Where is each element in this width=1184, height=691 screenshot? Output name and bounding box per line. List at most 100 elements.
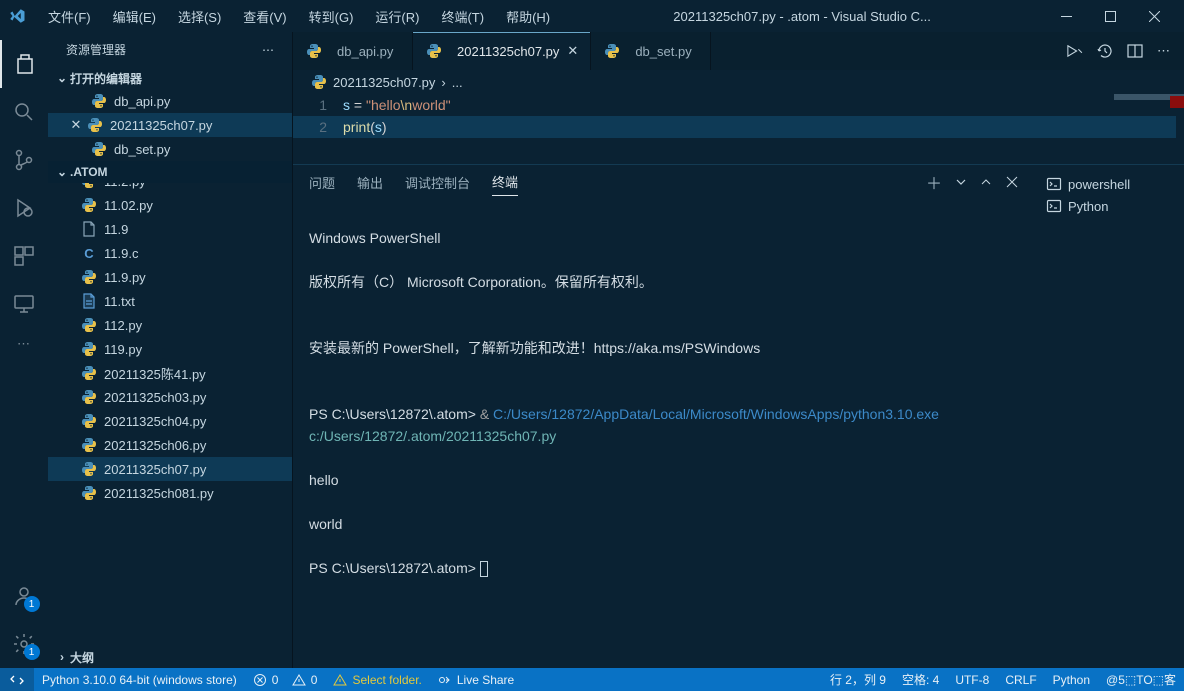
remote-explorer-icon[interactable] [0,280,48,328]
file-icon [80,460,98,478]
file-icon: C [80,244,98,262]
extensions-icon[interactable] [0,232,48,280]
file-tree-item[interactable]: 20211325陈41.py [48,361,292,385]
panel-tab[interactable]: 输出 [357,169,383,196]
terminal-instance[interactable]: powershell [1042,173,1176,195]
python-file-icon [305,42,323,60]
tab-label: db_set.py [635,44,691,59]
panel-tab[interactable]: 调试控制台 [405,169,470,196]
tab-more-icon[interactable]: ⋯ [1157,43,1170,59]
editor-tab[interactable]: db_api.py [293,32,413,70]
new-terminal-icon[interactable]: ＋ [926,170,942,194]
tab-label: db_api.py [337,44,393,59]
maximize-panel-icon[interactable] [980,176,992,188]
file-tree-item[interactable]: 20211325ch04.py [48,409,292,433]
more-icon[interactable]: ⋯ [0,328,48,360]
status-encoding[interactable]: UTF-8 [947,671,997,688]
menu-item[interactable]: 选择(S) [168,3,231,30]
editor-tab[interactable]: db_set.py [591,32,711,70]
editor-area: db_api.py 20211325ch07.py ✕ db_set.py ⋯ 202… [293,32,1184,668]
terminal-output[interactable]: Windows PowerShell 版权所有（C） Microsoft Cor… [293,199,1034,668]
menu-item[interactable]: 终端(T) [431,3,494,30]
file-tree-item[interactable]: 20211325ch03.py [48,385,292,409]
file-label: 11.9.c [104,246,138,261]
file-tree-item[interactable]: C 11.9.c [48,241,292,265]
source-control-icon[interactable] [0,136,48,184]
close-icon[interactable]: ✕ [66,117,86,133]
vscode-logo-icon [8,7,26,25]
file-tree-item[interactable]: 112.py [48,313,292,337]
file-tree-item[interactable]: 20211325ch081.py [48,481,292,505]
tab-label: 20211325ch07.py [457,44,559,59]
account-icon[interactable]: 1 [0,572,48,620]
terminal-dropdown-icon[interactable] [956,177,966,187]
status-feedback[interactable]: @5⬚TO⬚客 [1098,671,1184,688]
close-button[interactable] [1132,0,1176,32]
file-label: 11.9.py [104,270,146,285]
window-title: 20211325ch07.py - .atom - Visual Studio … [560,9,1044,24]
status-problems[interactable]: 0 0 [245,673,326,687]
menu-item[interactable]: 文件(F) [38,3,101,30]
file-label: db_set.py [114,142,170,157]
file-tree-item[interactable]: 11.txt [48,289,292,313]
open-editor-item[interactable]: db_set.py [48,137,292,161]
history-icon[interactable] [1097,43,1113,59]
open-editors-section[interactable]: ⌄打开的编辑器 [48,67,292,89]
status-eol[interactable]: CRLF [997,671,1044,688]
file-tree-item[interactable]: 20211325ch07.py [48,457,292,481]
open-editor-item[interactable]: db_api.py [48,89,292,113]
menu-item[interactable]: 帮助(H) [496,3,560,30]
status-python[interactable]: Python 3.10.0 64-bit (windows store) [34,673,245,687]
settings-icon[interactable]: 1 [0,620,48,668]
file-icon [80,412,98,430]
file-tree-item[interactable]: 119.py [48,337,292,361]
file-tree-item[interactable]: 11.2.py [48,183,292,193]
file-icon [80,388,98,406]
titlebar: 文件(F)编辑(E)选择(S)查看(V)转到(G)运行(R)终端(T)帮助(H)… [0,0,1184,32]
menu-item[interactable]: 转到(G) [299,3,364,30]
status-cursor[interactable]: 行 2，列 9 [822,671,894,688]
search-icon[interactable] [0,88,48,136]
terminal-instance[interactable]: Python [1042,195,1176,217]
sidebar-more-icon[interactable]: ⋯ [262,43,274,57]
panel-tab[interactable]: 终端 [492,168,518,196]
run-debug-icon[interactable] [0,184,48,232]
minimize-button[interactable] [1044,0,1088,32]
run-button[interactable] [1065,44,1083,58]
editor-tab[interactable]: 20211325ch07.py ✕ [413,32,591,70]
menu-item[interactable]: 编辑(E) [103,3,166,30]
terminal-icon [1046,198,1062,214]
file-tree-item[interactable]: 11.9 [48,217,292,241]
status-select-folder[interactable]: Select folder. [325,673,429,687]
split-editor-icon[interactable] [1127,43,1143,59]
file-icon [80,436,98,454]
folder-section[interactable]: ⌄.ATOM [48,161,292,183]
maximize-button[interactable] [1088,0,1132,32]
status-live-share[interactable]: Live Share [430,673,522,687]
terminal-icon [1046,176,1062,192]
file-tree-item[interactable]: 20211325ch06.py [48,433,292,457]
file-label: 20211325ch06.py [104,438,206,453]
bottom-panel: 问题输出调试控制台终端 ＋ Windows PowerShell 版权所有（C）… [293,164,1184,668]
status-lang[interactable]: Python [1045,671,1098,688]
file-tree-item[interactable]: 11.02.py [48,193,292,217]
explorer-icon[interactable] [0,40,48,88]
menu-item[interactable]: 运行(R) [365,3,429,30]
file-label: 20211325ch07.py [110,118,212,133]
open-editor-item[interactable]: ✕ 20211325ch07.py [48,113,292,137]
file-label: 119.py [104,342,142,357]
remote-button[interactable] [0,668,34,691]
file-label: 20211325ch07.py [104,462,206,477]
file-tree-item[interactable]: 11.9.py [48,265,292,289]
panel-tab[interactable]: 问题 [309,169,335,196]
breadcrumb[interactable]: 20211325ch07.py›... [293,70,1184,94]
status-bar: Python 3.10.0 64-bit (windows store) 0 0… [0,668,1184,691]
menu-item[interactable]: 查看(V) [233,3,296,30]
close-icon[interactable]: ✕ [567,43,578,59]
code-editor[interactable]: 12 s = "hello\nworld" print(s) [293,94,1184,164]
outline-section[interactable]: ›大纲 [48,646,292,668]
status-spaces[interactable]: 空格: 4 [894,671,947,688]
file-icon [80,196,98,214]
close-panel-icon[interactable] [1006,176,1018,188]
file-icon [80,183,98,190]
